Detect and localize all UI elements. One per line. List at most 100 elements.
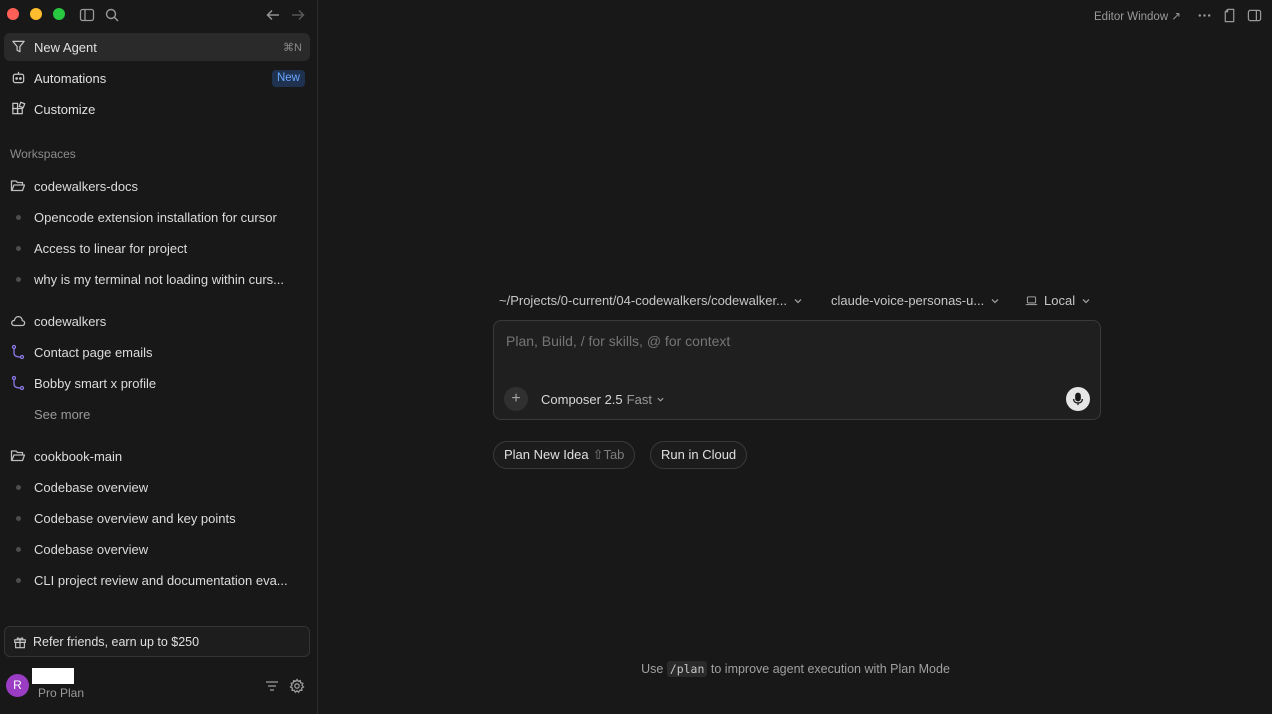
list-item[interactable]: Opencode extension installation for curs… — [4, 204, 310, 230]
model-selector[interactable]: Composer 2.5 Fast — [541, 392, 665, 407]
chat-title: Bobby smart x profile — [34, 376, 157, 391]
workspaces-heading: Workspaces — [10, 147, 76, 161]
run-in-cloud-label: Run in Cloud — [661, 447, 737, 462]
microphone-button[interactable] — [1066, 387, 1090, 411]
editor-window-button[interactable]: Editor Window ↗ — [1094, 9, 1181, 25]
composer[interactable]: Plan, Build, / for skills, @ for context… — [493, 320, 1101, 420]
chevron-down-icon — [794, 298, 802, 303]
location-label: Local — [1044, 293, 1076, 308]
robot-icon — [11, 70, 26, 85]
folder-icon — [10, 448, 26, 464]
titlebar — [0, 0, 318, 30]
bullet-icon — [16, 246, 21, 251]
new-badge: New — [271, 70, 305, 87]
bullet-icon — [16, 547, 21, 552]
minimize-window-button[interactable] — [30, 8, 42, 20]
more-icon[interactable] — [1197, 8, 1212, 24]
git-branch-icon — [10, 375, 26, 391]
search-icon[interactable] — [104, 7, 120, 23]
model-mode: Fast — [626, 392, 652, 407]
list-item[interactable]: Codebase overview — [4, 536, 310, 562]
refer-label: Refer friends, earn up to $250 — [33, 635, 200, 649]
chat-title: Codebase overview — [34, 542, 149, 557]
chat-title: Codebase overview — [34, 480, 149, 495]
workspace-cookbook-main[interactable]: cookbook-main — [4, 443, 310, 469]
bullet-icon — [16, 485, 21, 490]
composer-input[interactable]: Plan, Build, / for skills, @ for context — [506, 333, 730, 349]
list-item[interactable]: why is my terminal not loading within cu… — [4, 266, 310, 292]
location-selector[interactable]: Local — [1025, 293, 1091, 308]
zoom-window-button[interactable] — [53, 8, 65, 20]
bullet-icon — [16, 578, 21, 583]
list-item[interactable]: Access to linear for project — [4, 235, 310, 261]
tip-code: /plan — [666, 661, 708, 677]
main-panel: Editor Window ↗ ~/Projects/0-current/04-… — [319, 0, 1272, 714]
blocks-icon — [11, 101, 26, 116]
chat-title: Access to linear for project — [34, 241, 188, 256]
new-file-icon[interactable] — [1222, 8, 1237, 24]
see-more-link[interactable]: See more — [4, 401, 310, 427]
plan-new-idea-label: Plan New Idea — [504, 447, 589, 462]
filter-icon[interactable] — [264, 678, 280, 694]
toggle-sidebar-icon[interactable] — [79, 7, 95, 23]
workspace-name: codewalkers — [34, 314, 107, 329]
git-branch-icon — [10, 344, 26, 360]
folder-icon — [10, 178, 26, 194]
chat-title: Codebase overview and key points — [34, 511, 236, 526]
new-agent-label: New Agent — [34, 40, 97, 55]
see-more-label: See more — [34, 407, 91, 422]
username-redacted — [32, 668, 74, 684]
sidebar: New Agent ⌘N Automations New Customize W… — [0, 0, 318, 714]
back-arrow-icon[interactable] — [265, 7, 281, 23]
path-label: ~/Projects/0-current/04-codewalkers/code… — [499, 293, 787, 308]
list-item[interactable]: CLI project review and documentation eva… — [4, 567, 310, 593]
tip-text-post: to improve agent execution with Plan Mod… — [710, 662, 950, 676]
branch-label: claude-voice-personas-u... — [831, 293, 985, 308]
path-selector[interactable]: ~/Projects/0-current/04-codewalkers/code… — [499, 293, 803, 308]
list-item[interactable]: Codebase overview — [4, 474, 310, 500]
plan-mode-tip: Use /plan to improve agent execution wit… — [319, 661, 1272, 677]
workspace-codewalkers-docs[interactable]: codewalkers-docs — [4, 173, 310, 199]
automations-label: Automations — [34, 71, 107, 86]
list-item[interactable]: Bobby smart x profile — [4, 370, 310, 396]
chat-title: CLI project review and documentation eva… — [34, 573, 288, 588]
microphone-icon — [1072, 392, 1084, 406]
chevron-down-icon — [1082, 298, 1090, 303]
run-in-cloud-button[interactable]: Run in Cloud — [650, 441, 748, 469]
plan-shortcut-hint: ⇧Tab — [592, 447, 625, 462]
list-item[interactable]: Codebase overview and key points — [4, 505, 310, 531]
customize-label: Customize — [34, 102, 96, 117]
new-agent-icon — [11, 39, 26, 54]
toggle-panel-icon[interactable] — [1247, 8, 1262, 24]
gift-icon — [13, 635, 27, 649]
refer-friends-button[interactable]: Refer friends, earn up to $250 — [4, 626, 310, 657]
new-agent-button[interactable]: New Agent ⌘N — [4, 33, 310, 61]
workspace-codewalkers[interactable]: codewalkers — [4, 308, 310, 334]
list-item[interactable]: Contact page emails — [4, 339, 310, 365]
new-agent-shortcut: ⌘N — [283, 42, 302, 54]
laptop-icon — [1025, 296, 1038, 306]
plan-label: Pro Plan — [38, 686, 85, 700]
bullet-icon — [16, 516, 21, 521]
tip-text-pre: Use — [641, 662, 664, 676]
branch-selector[interactable]: claude-voice-personas-u... — [831, 293, 1000, 308]
context-bar: ~/Projects/0-current/04-codewalkers/code… — [499, 293, 1099, 311]
forward-arrow-icon[interactable] — [290, 7, 306, 23]
workspace-name: codewalkers-docs — [34, 179, 139, 194]
bullet-icon — [16, 277, 21, 282]
customize-button[interactable]: Customize — [4, 95, 310, 123]
chat-title: why is my terminal not loading within cu… — [34, 272, 284, 287]
chevron-down-icon — [657, 397, 664, 402]
close-window-button[interactable] — [7, 8, 19, 20]
avatar[interactable]: R — [6, 674, 29, 697]
chat-title: Contact page emails — [34, 345, 153, 360]
bullet-icon — [16, 215, 21, 220]
automations-button[interactable]: Automations New — [4, 64, 310, 92]
chat-title: Opencode extension installation for curs… — [34, 210, 277, 225]
cloud-icon — [10, 313, 26, 329]
plan-new-idea-button[interactable]: Plan New Idea ⇧Tab — [493, 441, 636, 469]
workspace-name: cookbook-main — [34, 449, 123, 464]
gear-icon[interactable] — [289, 678, 305, 694]
model-name: Composer 2.5 — [541, 392, 623, 407]
add-context-button[interactable]: + — [504, 387, 528, 411]
